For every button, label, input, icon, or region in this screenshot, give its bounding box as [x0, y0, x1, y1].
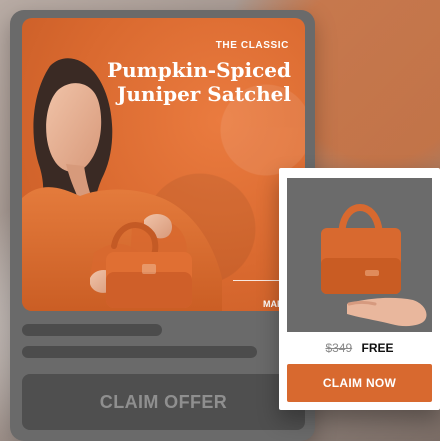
new-price: FREE — [361, 341, 394, 355]
text-placeholder-1 — [22, 324, 162, 336]
hero-banner: THE CLASSIC Pumpkin-Spiced Juniper Satch… — [22, 18, 305, 311]
price-row: $349 FREE — [279, 341, 440, 355]
old-price: $349 — [325, 341, 353, 355]
claim-now-button[interactable]: CLAIM NOW — [287, 364, 432, 402]
claim-offer-label: CLAIM OFFER — [99, 391, 228, 412]
claim-offer-button[interactable]: CLAIM OFFER — [22, 374, 305, 430]
claim-now-label: CLAIM NOW — [322, 376, 397, 390]
product-image — [287, 178, 432, 332]
ad-title: Pumpkin-Spiced Juniper Satchel — [107, 58, 291, 106]
ad-subtitle: THE CLASSIC — [215, 40, 289, 51]
phone-mockup: THE CLASSIC Pumpkin-Spiced Juniper Satch… — [10, 10, 315, 441]
text-placeholder-2 — [22, 346, 257, 358]
product-card: $349 FREE CLAIM NOW — [279, 168, 440, 410]
